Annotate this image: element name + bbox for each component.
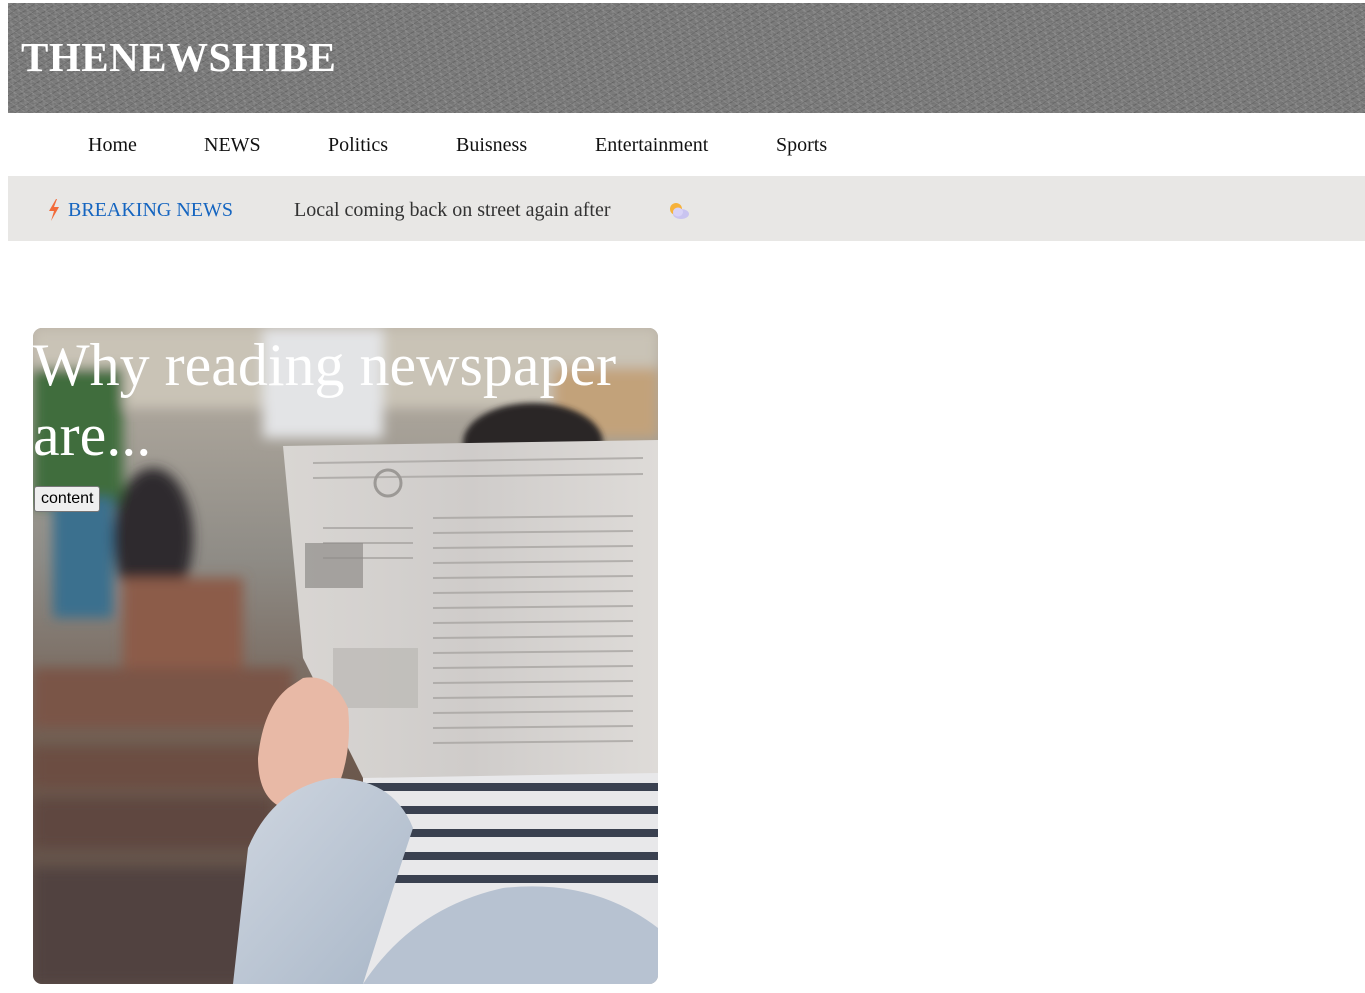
nav-item-entertainment[interactable]: Entertainment <box>595 133 708 157</box>
breaking-news-label: BREAKING NEWS <box>68 199 233 221</box>
lightning-bolt-icon <box>47 199 61 221</box>
site-header: THENEWSHIBE <box>8 3 1365 113</box>
nav-item-home[interactable]: Home <box>88 133 137 157</box>
article-title[interactable]: Why reading newspaper are... <box>33 330 633 470</box>
nav-item-sports[interactable]: Sports <box>776 133 827 157</box>
main-nav: Home NEWS Politics Buisness Entertainmen… <box>8 113 1365 176</box>
breaking-news-ticker[interactable]: Local coming back on street again after <box>294 198 611 222</box>
nav-item-business[interactable]: Buisness <box>456 133 527 157</box>
nav-item-news[interactable]: NEWS <box>204 133 261 157</box>
breaking-news-bar: BREAKING NEWS Local coming back on stree… <box>8 176 1365 241</box>
content-button[interactable]: content <box>34 486 101 512</box>
page: THENEWSHIBE Home NEWS Politics Buisness … <box>0 0 1365 993</box>
feature-article-card[interactable]: Why reading newspaper are... content <box>33 328 658 984</box>
sun-behind-cloud-icon <box>668 201 690 221</box>
site-title[interactable]: THENEWSHIBE <box>21 33 336 81</box>
nav-item-politics[interactable]: Politics <box>328 133 388 157</box>
